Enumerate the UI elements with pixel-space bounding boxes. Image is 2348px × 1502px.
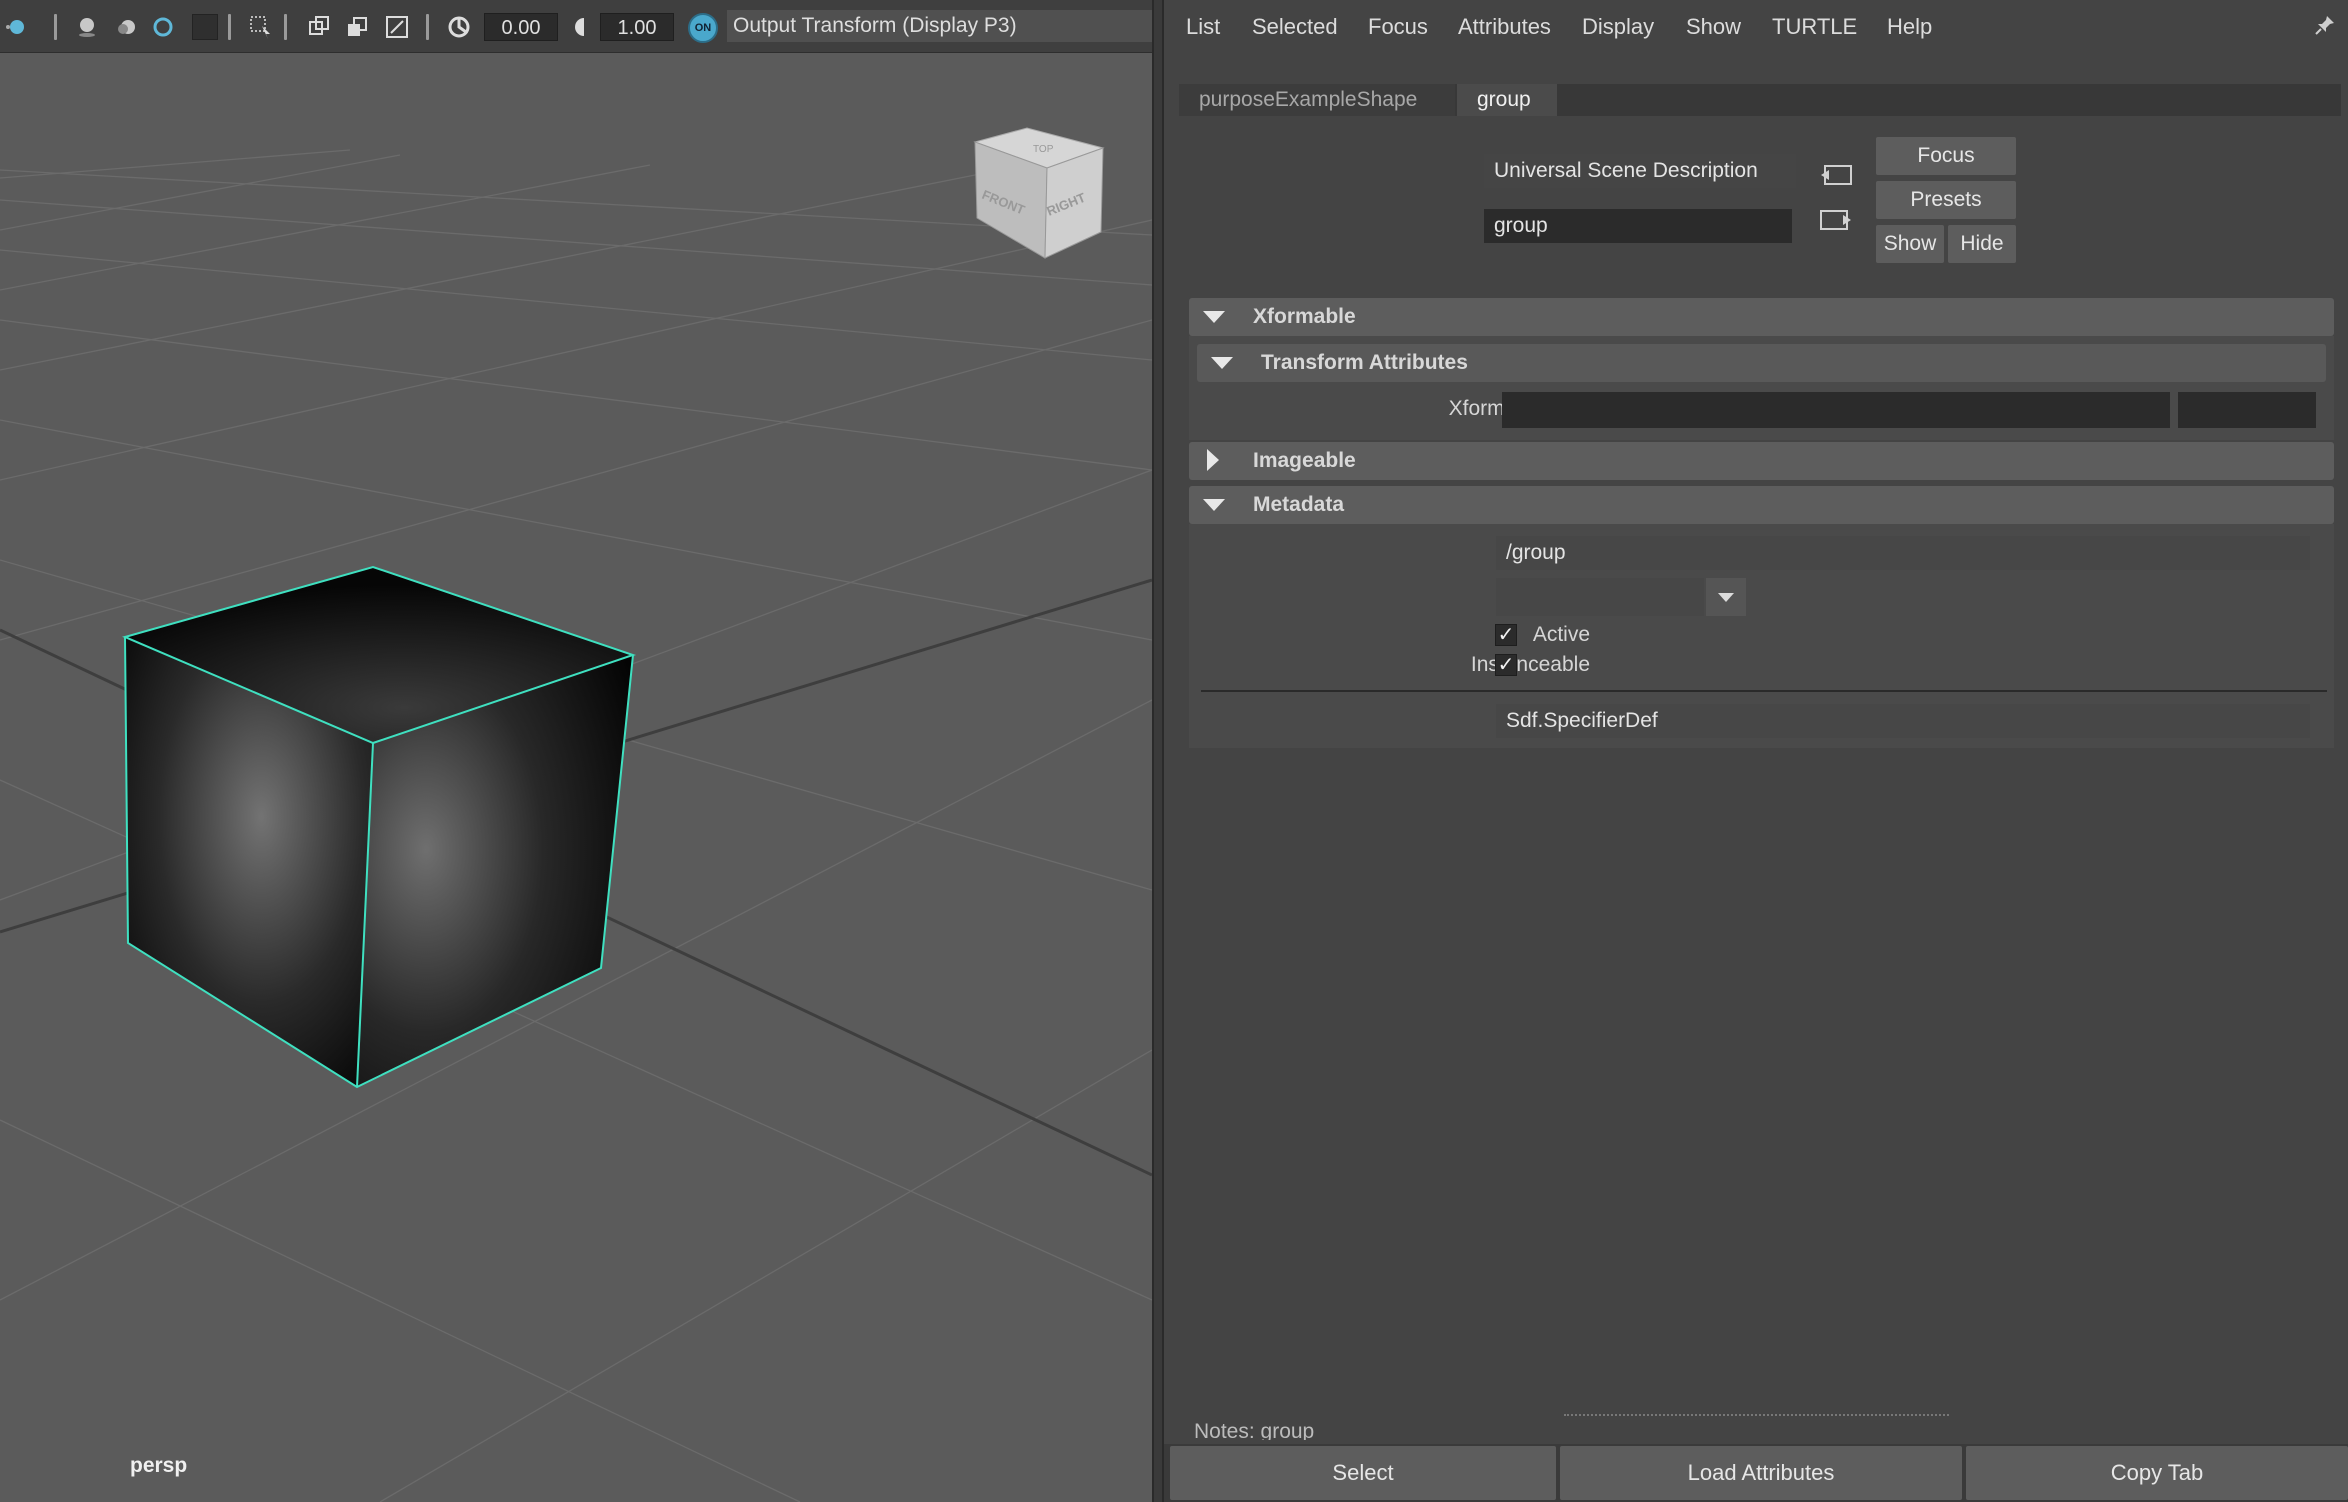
output-transform-field[interactable]: Output Transform (Display P3) xyxy=(727,10,1152,42)
prim-path-field[interactable]: /group xyxy=(1496,536,2310,570)
gamma-icon[interactable] xyxy=(568,14,594,40)
tab-purpose-example-shape[interactable]: purposeExampleShape xyxy=(1179,84,1455,116)
section-imageable[interactable]: Imageable xyxy=(1189,442,2334,480)
view-cube[interactable]: TOP FRONT RIGHT xyxy=(973,127,1105,259)
menu-turtle[interactable]: TURTLE xyxy=(1772,14,1857,40)
select-button[interactable]: Select xyxy=(1170,1446,1556,1500)
instanceable-checkbox[interactable]: ✓ xyxy=(1495,654,1517,676)
expanded-triangle-icon xyxy=(1211,357,1233,369)
view-cube-top-label: TOP xyxy=(1033,144,1054,155)
menubar: List Selected Focus Attributes Display S… xyxy=(1164,0,2348,52)
section-xformable[interactable]: Xformable xyxy=(1189,298,2334,336)
divider xyxy=(1201,690,2327,692)
panel-splitter[interactable] xyxy=(1152,0,1164,1502)
sphere-shaded-icon[interactable] xyxy=(2,14,28,40)
attribute-editor: List Selected Focus Attributes Display S… xyxy=(1164,0,2348,1502)
xform-op-order-field[interactable] xyxy=(1502,392,2170,428)
menu-attributes[interactable]: Attributes xyxy=(1458,14,1551,40)
section-title: Transform Attributes xyxy=(1261,351,1468,374)
specifier-field: Sdf.SpecifierDef xyxy=(1496,704,2310,738)
hide-button[interactable]: Hide xyxy=(1948,225,2016,263)
toolbar-separator xyxy=(54,14,57,40)
xform-op-order-extra-field[interactable] xyxy=(2178,392,2316,428)
ambient-occlusion-icon[interactable] xyxy=(114,14,140,40)
go-to-output-icon[interactable] xyxy=(1819,207,1853,233)
color-management-toggle[interactable]: ON xyxy=(688,13,718,43)
section-transform-attributes[interactable]: Transform Attributes xyxy=(1197,344,2326,382)
section-title: Metadata xyxy=(1253,493,1345,516)
data-model-field: Universal Scene Description xyxy=(1484,154,1796,188)
copy-tab-button[interactable]: Copy Tab xyxy=(1966,1446,2348,1500)
isolate-select-icon[interactable] xyxy=(248,14,274,40)
expanded-triangle-icon xyxy=(1203,499,1225,511)
viewport-scene[interactable]: TOP FRONT RIGHT xyxy=(0,52,1152,1502)
section-title: Imageable xyxy=(1253,449,1356,472)
menu-display[interactable]: Display xyxy=(1582,14,1654,40)
motion-blur-icon[interactable] xyxy=(150,14,176,40)
xray-joints-icon[interactable] xyxy=(344,14,370,40)
xray-active-components-icon[interactable] xyxy=(384,14,410,40)
section-metadata[interactable]: Metadata xyxy=(1189,486,2334,524)
collapsed-triangle-icon xyxy=(1207,449,1219,471)
menu-show[interactable]: Show xyxy=(1686,14,1741,40)
section-title: Xformable xyxy=(1253,305,1356,328)
menu-help[interactable]: Help xyxy=(1887,14,1932,40)
bottom-button-bar: Select Load Attributes Copy Tab xyxy=(1164,1444,2348,1502)
expanded-triangle-icon xyxy=(1203,311,1225,323)
toolbar-separator xyxy=(284,14,287,40)
viewport-panel[interactable]: 0.00 1.00 ON Output Transform (Display P… xyxy=(0,0,1152,1502)
instanceable-label: Instanceable xyxy=(1470,653,1590,676)
menu-list[interactable]: List xyxy=(1186,14,1220,40)
active-checkbox[interactable]: ✓ xyxy=(1495,624,1517,646)
gamma-field[interactable]: 1.00 xyxy=(600,13,674,41)
toolbar-separator xyxy=(228,14,231,40)
viewport-toolbar: 0.00 1.00 ON Output Transform (Display P… xyxy=(0,0,1152,53)
tab-group[interactable]: group xyxy=(1457,84,1557,116)
toolbar-separator xyxy=(426,14,429,40)
focus-button[interactable]: Focus xyxy=(1876,137,2016,175)
xform-name-field[interactable]: group xyxy=(1484,209,1792,243)
notes-label: Notes: group xyxy=(1194,1420,1315,1440)
go-to-input-icon[interactable] xyxy=(1819,162,1853,188)
presets-button[interactable]: Presets xyxy=(1876,181,2016,219)
xray-icon[interactable] xyxy=(306,14,332,40)
shadows-icon[interactable] xyxy=(74,14,100,40)
active-label: Active xyxy=(1532,623,1590,646)
show-button[interactable]: Show xyxy=(1876,225,1944,263)
camera-label: persp xyxy=(130,1454,188,1477)
chevron-down-icon[interactable] xyxy=(1706,578,1746,616)
node-tabbar: purposeExampleShape group xyxy=(1179,84,2341,116)
exposure-field[interactable]: 0.00 xyxy=(484,13,558,41)
exposure-icon[interactable] xyxy=(446,14,472,40)
pin-icon[interactable] xyxy=(2314,14,2336,36)
cube-mesh[interactable] xyxy=(122,565,637,1089)
menu-focus[interactable]: Focus xyxy=(1368,14,1428,40)
notes-divider[interactable] xyxy=(1564,1414,1949,1416)
color-management-badge: ON xyxy=(694,22,712,34)
menu-selected[interactable]: Selected xyxy=(1252,14,1338,40)
antialiasing-toggle-icon[interactable] xyxy=(192,14,218,40)
load-attributes-button[interactable]: Load Attributes xyxy=(1560,1446,1962,1500)
kind-dropdown[interactable] xyxy=(1496,578,1704,616)
